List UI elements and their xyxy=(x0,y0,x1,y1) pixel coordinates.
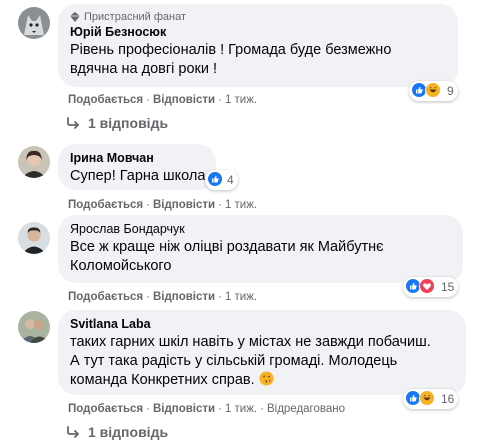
timestamp[interactable]: 1 тиж. xyxy=(225,199,257,211)
like-button[interactable]: Подобається xyxy=(68,291,143,303)
reactions-summary[interactable]: 4 xyxy=(205,170,238,190)
comment-actions: Подобається · Відповісти · 1 тиж. xyxy=(68,291,258,303)
avatar[interactable] xyxy=(18,7,50,39)
haha-reaction-icon xyxy=(425,82,443,100)
comment-text-line: Коломойського xyxy=(70,258,172,274)
love-reaction-icon xyxy=(419,278,437,296)
reaction-count: 15 xyxy=(441,280,455,294)
like-button[interactable]: Подобається xyxy=(68,403,143,415)
timestamp[interactable]: 1 тиж. xyxy=(225,94,257,106)
like-button[interactable]: Подобається xyxy=(68,94,143,106)
view-replies-button[interactable]: 1 відповідь xyxy=(66,115,168,131)
author-name[interactable]: Ярослав Бондарчук xyxy=(70,221,451,238)
haha-reaction-icon xyxy=(419,390,437,408)
timestamp[interactable]: 1 тиж. xyxy=(225,291,257,303)
comment-text-line: А тут така радість у сільській громаді. … xyxy=(70,353,398,369)
like-reaction-icon xyxy=(207,171,225,189)
comment-text-line: вдячна на довгі роки ! xyxy=(70,61,218,77)
comment-text-line: таких гарних шкіл навіть у містах не зав… xyxy=(70,334,431,350)
comment-bubble: Ярослав Бондарчук Все ж краще ніж оліцві… xyxy=(58,215,463,283)
comment-bubble: Svitlana Laba таких гарних шкіл навіть у… xyxy=(58,310,466,395)
author-name[interactable]: Юрій Безносюк xyxy=(70,24,446,41)
reply-button[interactable]: Відповісти xyxy=(153,94,215,106)
comment-bubble: Ірина Мовчан Супер! Гарна школа xyxy=(58,144,216,190)
reaction-count: 16 xyxy=(441,392,455,406)
comment-text-line: Рівень професіоналів ! Громада буде безм… xyxy=(70,42,392,58)
kiss-emoji-icon xyxy=(259,371,274,386)
avatar[interactable] xyxy=(18,222,50,254)
avatar[interactable] xyxy=(18,146,50,178)
reactions-summary[interactable]: 15 xyxy=(403,277,459,297)
comment-text-line: команда Конкретних справ. xyxy=(70,371,454,390)
comment-actions: Подобається · Відповісти · 1 тиж. · Відредагов… xyxy=(68,403,346,415)
diamond-icon xyxy=(70,12,80,22)
timestamp[interactable]: 1 тиж. xyxy=(225,403,257,415)
author-name[interactable]: Svitlana Laba xyxy=(70,316,454,333)
reply-button[interactable]: Відповісти xyxy=(153,403,215,415)
edited-label[interactable]: Відредаговано xyxy=(267,403,345,415)
reactions-summary[interactable]: 16 xyxy=(403,389,459,409)
reaction-count: 4 xyxy=(227,173,234,187)
comment-text-line: Все ж краще ніж оліцві роздавати як Майб… xyxy=(70,239,384,255)
comment-text-line: Супер! Гарна школа xyxy=(70,168,206,184)
author-name[interactable]: Ірина Мовчан xyxy=(70,150,204,167)
reply-arrow-icon xyxy=(67,117,79,129)
comment-bubble: Пристрасний фанат Юрій Безносюк Рівень п… xyxy=(58,4,458,87)
view-replies-button[interactable]: 1 відповідь xyxy=(66,424,168,440)
reply-button[interactable]: Відповісти xyxy=(153,199,215,211)
reaction-count: 9 xyxy=(447,84,454,98)
comment-actions: Подобається · Відповісти · 1 тиж. xyxy=(68,199,258,211)
reactions-summary[interactable]: 9 xyxy=(409,81,458,101)
top-fan-badge: Пристрасний фанат xyxy=(70,10,446,24)
reply-arrow-icon xyxy=(67,426,79,438)
like-button[interactable]: Подобається xyxy=(68,199,143,211)
comment-actions: Подобається · Відповісти · 1 тиж. xyxy=(68,94,258,106)
avatar[interactable] xyxy=(18,311,50,343)
reply-button[interactable]: Відповісти xyxy=(153,291,215,303)
